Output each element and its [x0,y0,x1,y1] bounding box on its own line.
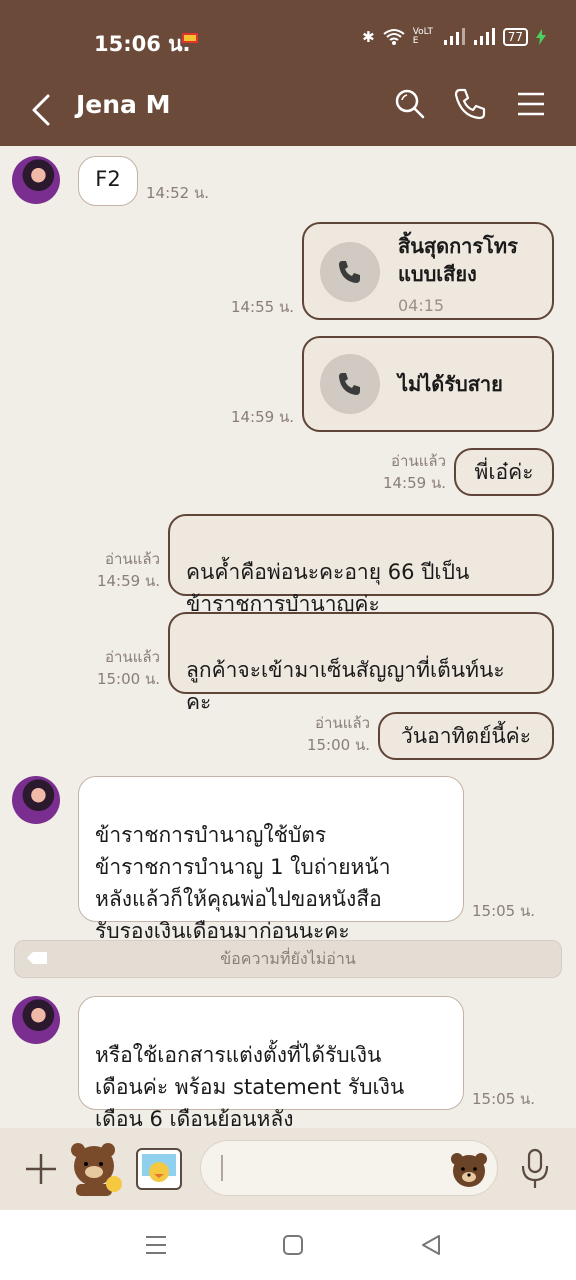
message-time: 14:59 น. [230,408,294,426]
call-status-text: ไม่ได้รับสาย [398,372,503,396]
bluetooth-icon: ✱ [362,28,375,46]
recent-apps-icon[interactable] [144,1234,168,1256]
microphone-icon[interactable] [518,1148,552,1190]
signal-icon [443,28,465,45]
call-duration: 04:15 [398,296,445,315]
read-receipt: อ่านแล้ว 14:59 น. [97,548,160,592]
contact-avatar[interactable] [12,996,60,1044]
home-icon[interactable] [282,1234,304,1256]
contact-avatar[interactable] [12,156,60,204]
call-bubble[interactable]: สิ้นสุดการโทร แบบเสียง 04:15 [302,222,554,320]
plus-icon[interactable] [24,1152,58,1186]
read-status: อ่านแล้ว [315,714,370,732]
message-bubble[interactable]: ข้าราชการบำนาญใช้บัตร ข้าราชการบำนาญ 1 ใ… [78,776,464,943]
chat-header: Jena M [0,78,576,146]
tag-icon [27,952,47,964]
call-status-text: สิ้นสุดการโทร แบบเสียง [398,234,518,286]
message-bubble[interactable]: หรือใช้เอกสารแต่งตั้งที่ได้รับเงิน เดือน… [78,996,464,1131]
call-icon-circle [320,242,380,302]
message-time: 15:00 น. [306,736,370,754]
status-time: 15:06 น. [94,32,191,56]
message-text: หรือใช้เอกสารแต่งตั้งที่ได้รับเงิน เดือน… [95,1043,405,1131]
chat-messages: F2 14:52 น. สิ้นสุดการโทร แบบเสียง 04:15… [0,146,576,1131]
volte-icon: VoLTE [412,27,433,46]
message-bubble[interactable]: ลูกค้าจะเข้ามาเซ็นสัญญาที่เต็นท์นะ คะ [168,612,554,714]
message-time: 14:59 น. [96,572,160,590]
phone-call-icon[interactable] [452,86,488,122]
status-icons: ✱ VoLTE 77 [362,28,546,46]
message-time: 14:52 น. [146,184,210,202]
read-status: อ่านแล้ว [105,550,160,568]
message-time: 14:59 น. [382,474,446,492]
battery-indicator: 77 [502,28,528,46]
contact-avatar[interactable] [12,776,60,824]
message-text: F2 [95,167,121,191]
text-cursor [221,1155,223,1181]
call-bubble[interactable]: ไม่ได้รับสาย [302,336,554,432]
wifi-icon [383,29,405,45]
back-nav-icon[interactable] [420,1233,442,1257]
system-navigation-bar [0,1210,576,1280]
phone-icon [339,261,360,283]
status-bar: 15:06 น. ✱ VoLTE 77 [0,0,576,78]
message-time: 15:05 น. [472,902,536,920]
unread-divider: ข้อความที่ยังไม่อ่าน [14,940,562,978]
menu-icon[interactable] [514,86,548,122]
message-time: 15:05 น. [472,1090,536,1108]
message-text: ข้าราชการบำนาญใช้บัตร ข้าราชการบำนาญ 1 ใ… [95,823,391,943]
message-text: คนค้ำคือพ่อนะคะอายุ 66 ปีเป็น ข้าราชการบ… [186,560,470,616]
message-bubble[interactable]: F2 [78,156,138,206]
contact-name[interactable]: Jena M [76,90,171,119]
read-status: อ่านแล้ว [391,452,446,470]
message-input[interactable] [200,1140,498,1196]
photo-sticker-icon[interactable] [134,1144,184,1194]
message-text: พี่เอ๋ค่ะ [474,460,534,484]
signal-icon [473,28,495,45]
message-bubble[interactable]: วันอาทิตย์นี้ค่ะ [378,712,554,760]
search-icon[interactable] [392,86,428,122]
back-arrow-icon[interactable] [28,88,56,132]
read-receipt: อ่านแล้ว 14:59 น. [383,450,446,494]
call-icon-circle [320,354,380,414]
message-input-bar [0,1128,576,1210]
message-time: 14:55 น. [230,298,294,316]
read-receipt: อ่านแล้ว 15:00 น. [307,712,370,756]
message-bubble[interactable]: คนค้ำคือพ่อนะคะอายุ 66 ปีเป็น ข้าราชการบ… [168,514,554,616]
read-status: อ่านแล้ว [105,648,160,666]
unread-label: ข้อความที่ยังไม่อ่าน [220,949,356,968]
read-receipt: อ่านแล้ว 15:00 น. [97,646,160,690]
message-time: 15:00 น. [96,670,160,688]
message-text: วันอาทิตย์นี้ค่ะ [400,724,532,748]
phone-icon [339,373,360,395]
notification-icon [182,33,198,43]
emoji-icon[interactable] [449,1149,489,1189]
sticker-icon[interactable] [68,1140,126,1198]
message-bubble[interactable]: พี่เอ๋ค่ะ [454,448,554,496]
message-text: ลูกค้าจะเข้ามาเซ็นสัญญาที่เต็นท์นะ คะ [186,658,505,714]
charging-icon [536,29,546,45]
